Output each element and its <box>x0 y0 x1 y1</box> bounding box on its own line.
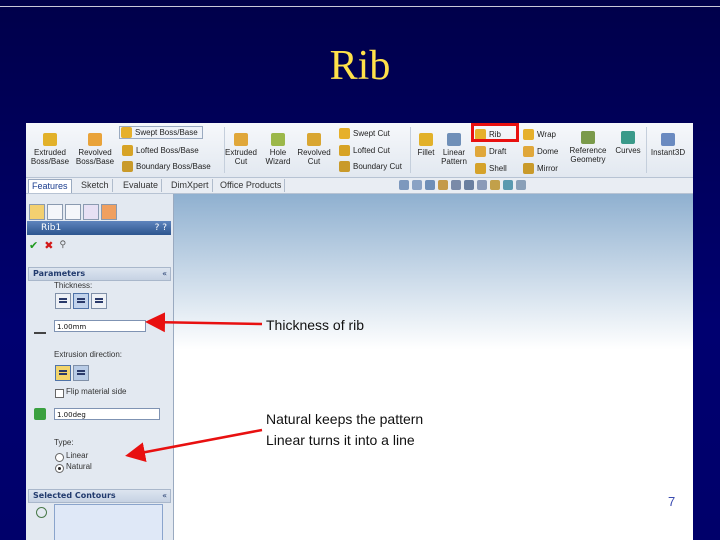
natural-annotation: Natural keeps the pattern <box>266 411 424 427</box>
thickness-annotation: Thickness of rib <box>266 317 365 333</box>
linear-annotation: Linear turns it into a line <box>266 432 415 448</box>
slide-number: 7 <box>668 494 676 509</box>
type-arrow <box>125 428 263 463</box>
annotation-arrows <box>125 312 263 463</box>
thickness-arrow <box>145 312 263 333</box>
